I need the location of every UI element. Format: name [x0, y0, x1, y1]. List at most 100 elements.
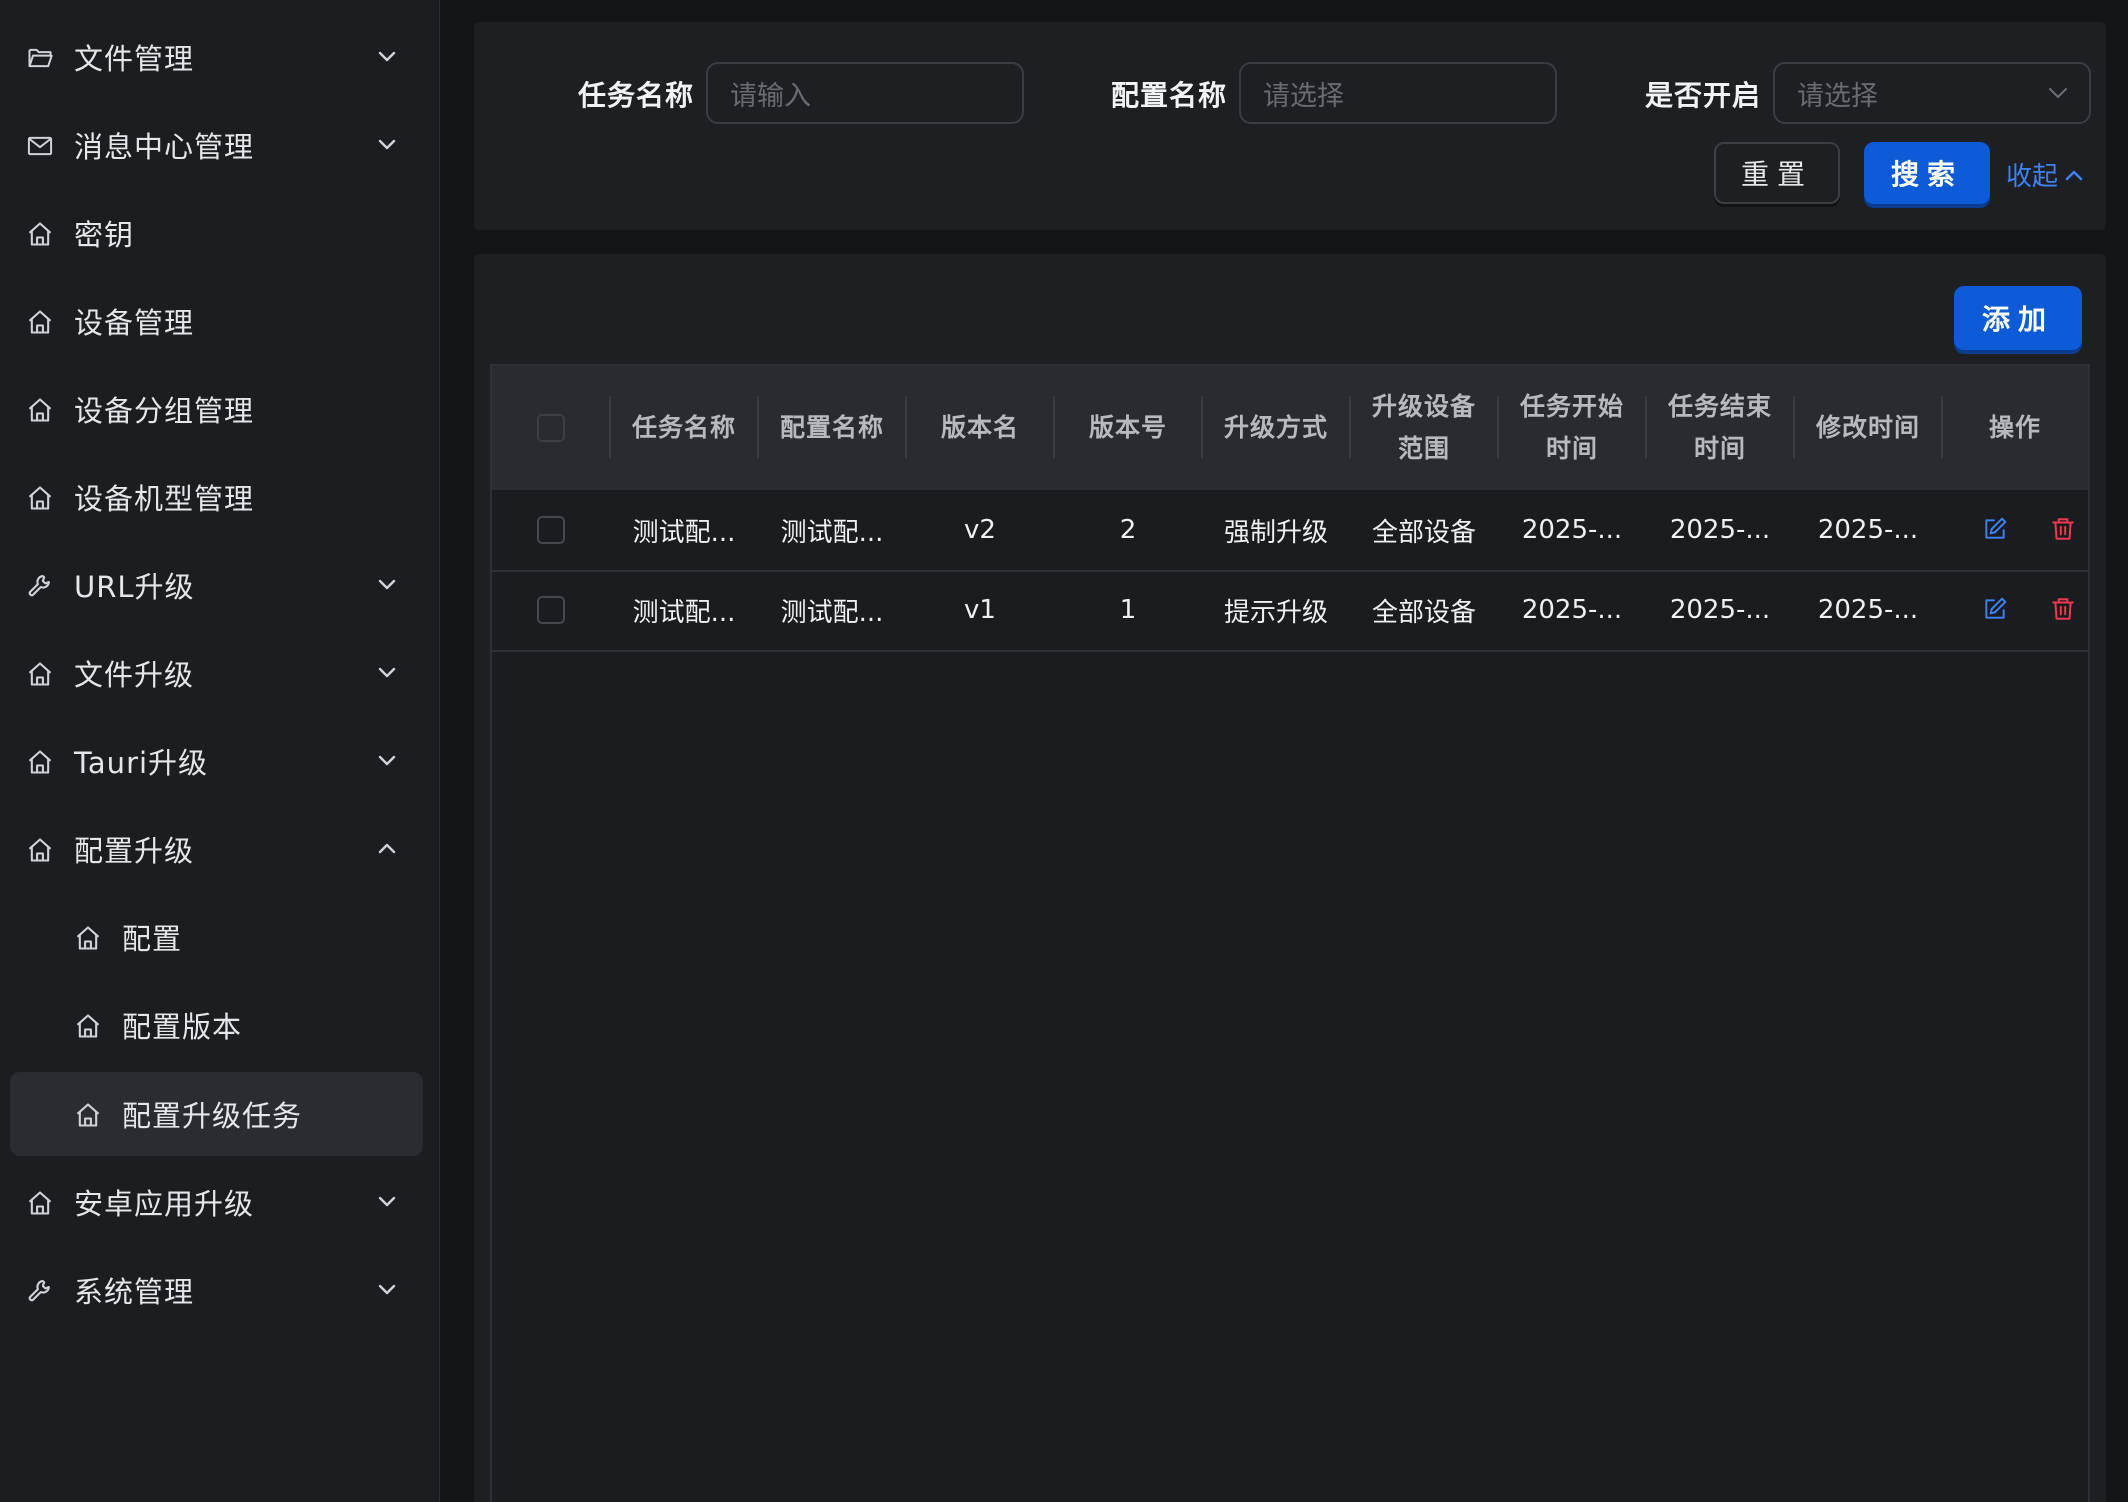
task-table: 任务名称 配置名称 版本名 版本号 升级方式 升级设备 范围 任务开始 时间 任… — [490, 364, 2090, 1502]
sidebar: 文件管理 消息中心管理 密钥 设备管理 设备分组管理 设备机型管理 URL升级 … — [0, 0, 440, 1502]
sidebar-item-tauri-upgrade[interactable]: Tauri升级 — [10, 719, 423, 803]
sidebar-item-device-model[interactable]: 设备机型管理 — [10, 455, 423, 539]
header-version-no[interactable]: 版本号 — [1054, 366, 1202, 490]
sidebar-item-file-management[interactable]: 文件管理 — [10, 15, 423, 99]
sidebar-item-label: 安卓应用升级 — [74, 1187, 255, 1221]
chevron-up-icon — [2058, 167, 2084, 183]
sidebar-item-label: 配置升级任务 — [122, 1099, 303, 1133]
header-version-name[interactable]: 版本名 — [906, 366, 1054, 490]
header-device-scope-line2: 范围 — [1397, 434, 1450, 463]
row-checkbox[interactable] — [537, 516, 565, 544]
home-icon — [74, 1012, 102, 1040]
header-task-name[interactable]: 任务名称 — [610, 366, 758, 490]
enabled-label: 是否开启 — [1645, 79, 1762, 112]
cell-start-time: 2025-... — [1521, 515, 1623, 545]
task-name-placeholder: 请输入 — [730, 80, 811, 112]
header-start-time-line1: 任务开始 — [1519, 392, 1624, 421]
home-icon — [26, 836, 54, 864]
chevron-down-icon — [375, 751, 399, 771]
cell-device-scope: 全部设备 — [1371, 517, 1476, 548]
reset-button[interactable]: 重置 — [1714, 142, 1840, 204]
cell-modified-time: 2025-... — [1817, 595, 1919, 625]
edit-icon[interactable] — [1982, 516, 2008, 542]
header-start-time[interactable]: 任务开始 时间 — [1498, 366, 1646, 490]
sidebar-item-label: Tauri升级 — [74, 746, 209, 780]
add-button[interactable]: 添加 — [1954, 286, 2082, 350]
task-name-label: 任务名称 — [578, 79, 695, 112]
mail-icon — [26, 132, 54, 160]
sidebar-item-url-upgrade[interactable]: URL升级 — [10, 543, 423, 627]
config-name-placeholder: 请选择 — [1263, 80, 1344, 112]
sidebar-item-device-group[interactable]: 设备分组管理 — [10, 367, 423, 451]
header-upgrade-mode[interactable]: 升级方式 — [1202, 366, 1350, 490]
sidebar-subitem-config-upgrade-task[interactable]: 配置升级任务 — [10, 1072, 423, 1156]
sidebar-item-file-upgrade[interactable]: 文件升级 — [10, 631, 423, 715]
collapse-link[interactable]: 收起 — [2006, 156, 2084, 193]
cell-start-time: 2025-... — [1521, 595, 1623, 625]
cell-config-name: 测试配... — [780, 597, 884, 628]
sidebar-item-label: 文件管理 — [74, 42, 195, 76]
home-icon — [26, 396, 54, 424]
table-row: 测试配... 测试配... v2 2 强制升级 全部设备 2025-... 20… — [492, 490, 2088, 572]
header-modified-time[interactable]: 修改时间 — [1794, 366, 1942, 490]
delete-icon[interactable] — [2050, 516, 2076, 542]
row-checkbox[interactable] — [537, 596, 565, 624]
chevron-down-icon — [375, 135, 399, 155]
home-icon — [26, 220, 54, 248]
home-icon — [26, 660, 54, 688]
task-name-input[interactable]: 请输入 — [706, 62, 1024, 124]
config-name-select[interactable]: 请选择 — [1239, 62, 1557, 124]
header-end-time[interactable]: 任务结束 时间 — [1646, 366, 1794, 490]
header-start-time-line2: 时间 — [1545, 434, 1598, 463]
collapse-label: 收起 — [2006, 162, 2059, 192]
wrench-icon — [26, 1277, 54, 1305]
cell-upgrade-mode: 强制升级 — [1223, 517, 1328, 548]
sidebar-item-message-center[interactable]: 消息中心管理 — [10, 103, 423, 187]
wrench-icon — [26, 572, 54, 600]
cell-modified-time: 2025-... — [1817, 515, 1919, 545]
table-row: 测试配... 测试配... v1 1 提示升级 全部设备 2025-... 20… — [492, 570, 2088, 652]
config-name-label: 配置名称 — [1111, 79, 1228, 112]
chevron-down-icon — [375, 663, 399, 683]
sidebar-item-label: 设备机型管理 — [74, 482, 255, 516]
sidebar-subitem-config[interactable]: 配置 — [10, 895, 423, 979]
cell-task-name: 测试配... — [632, 597, 736, 628]
sidebar-item-label: 消息中心管理 — [74, 130, 255, 164]
sidebar-item-label: 文件升级 — [74, 658, 195, 692]
delete-icon[interactable] — [2050, 596, 2076, 622]
home-icon — [26, 748, 54, 776]
cell-end-time: 2025-... — [1669, 515, 1771, 545]
sidebar-subitem-config-version[interactable]: 配置版本 — [10, 983, 423, 1067]
row-select-cell — [492, 490, 610, 570]
sidebar-item-label: 配置版本 — [122, 1010, 243, 1044]
sidebar-item-label: 密钥 — [74, 218, 135, 252]
sidebar-item-config-upgrade[interactable]: 配置升级 — [10, 807, 423, 891]
header-end-time-line1: 任务结束 — [1667, 392, 1772, 421]
enabled-select[interactable]: 请选择 — [1773, 62, 2091, 124]
sidebar-item-android-upgrade[interactable]: 安卓应用升级 — [10, 1160, 423, 1244]
enabled-placeholder: 请选择 — [1797, 80, 1878, 112]
cell-version-name: v2 — [964, 515, 996, 545]
search-button[interactable]: 搜索 — [1864, 142, 1990, 204]
home-icon — [74, 924, 102, 952]
chevron-down-icon — [375, 1192, 399, 1212]
chevron-down-icon — [375, 1280, 399, 1300]
chevron-down-icon — [375, 575, 399, 595]
row-select-cell — [492, 570, 610, 650]
chevron-down-icon — [375, 47, 399, 67]
header-device-scope[interactable]: 升级设备 范围 — [1350, 366, 1498, 490]
table-header: 任务名称 配置名称 版本名 版本号 升级方式 升级设备 范围 任务开始 时间 任… — [492, 366, 2088, 490]
sidebar-item-device-management[interactable]: 设备管理 — [10, 279, 423, 363]
header-config-name[interactable]: 配置名称 — [758, 366, 906, 490]
home-icon — [26, 308, 54, 336]
cell-version-no: 2 — [1119, 515, 1137, 545]
sidebar-item-label: 设备分组管理 — [74, 394, 255, 428]
sidebar-item-system-management[interactable]: 系统管理 — [10, 1248, 423, 1332]
sidebar-item-keys[interactable]: 密钥 — [10, 191, 423, 275]
edit-icon[interactable] — [1982, 596, 2008, 622]
sidebar-item-label: 设备管理 — [74, 306, 195, 340]
folder-icon — [26, 44, 54, 72]
select-all-checkbox[interactable] — [537, 414, 565, 442]
cell-version-no: 1 — [1119, 595, 1137, 625]
sidebar-item-label: URL升级 — [74, 570, 195, 604]
